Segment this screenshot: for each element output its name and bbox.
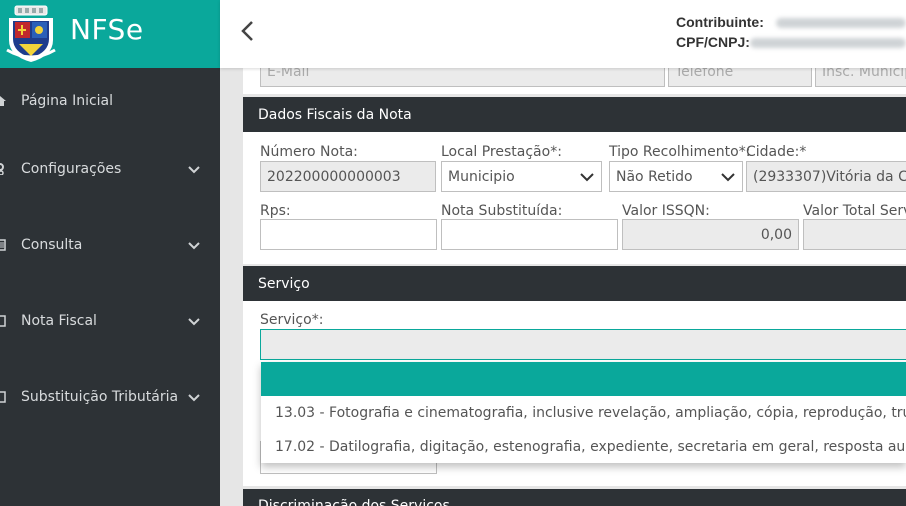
valor-total-servico-label: Valor Total Serviço: bbox=[803, 203, 906, 219]
valor-total-servico-input[interactable] bbox=[803, 219, 906, 250]
sidebar-item-label: Nota Fiscal bbox=[21, 313, 97, 329]
local-prestacao-label: Local Prestação*: bbox=[441, 144, 562, 160]
numero-nota-input[interactable]: 202200000000003 bbox=[260, 161, 436, 192]
sidebar: NFSe Página Inicial Configurações Consul… bbox=[0, 0, 220, 506]
chevron-down-icon bbox=[188, 394, 200, 402]
rps-label: Rps: bbox=[260, 203, 291, 219]
nota-substituida-label: Nota Substituída: bbox=[441, 203, 563, 219]
cnpj-label: CPF/CNPJ: bbox=[676, 34, 750, 50]
rps-input[interactable] bbox=[260, 219, 437, 250]
cogs-icon bbox=[0, 163, 4, 175]
cnpj-value-redacted bbox=[750, 38, 906, 48]
dropdown-option[interactable]: 13.03 - Fotografia e cinematografia, inc… bbox=[275, 405, 906, 421]
sidebar-item-nota-fiscal[interactable]: Nota Fiscal bbox=[0, 302, 220, 340]
tipo-recolhimento-value: Não Retido bbox=[616, 168, 693, 185]
chevron-down-icon bbox=[188, 318, 200, 326]
nota-substituida-input[interactable] bbox=[441, 219, 618, 250]
discriminacao-panel: Discriminação dos Serviços bbox=[243, 489, 906, 506]
sidebar-item-substituicao-tributaria[interactable]: Substituição Tributária bbox=[0, 378, 220, 416]
sidebar-item-consulta[interactable]: Consulta bbox=[0, 226, 220, 264]
tipo-recolhimento-label: Tipo Recolhimento*: bbox=[609, 144, 751, 160]
brand-bar: NFSe bbox=[0, 0, 220, 68]
dropdown-option-highlighted[interactable] bbox=[261, 362, 906, 396]
chevron-down-icon bbox=[188, 242, 200, 250]
top-header: Contribuinte: CPF/CNPJ: bbox=[220, 0, 906, 68]
sidebar-item-configuracoes[interactable]: Configurações bbox=[0, 150, 220, 188]
app-name: NFSe bbox=[70, 13, 144, 46]
dados-fiscais-panel: Dados Fiscais da Nota Número Nota: 20220… bbox=[243, 97, 906, 264]
panel-title: Dados Fiscais da Nota bbox=[243, 97, 906, 132]
local-prestacao-select[interactable]: Municipio bbox=[441, 161, 602, 192]
sidebar-item-label: Substituição Tributária bbox=[21, 389, 179, 405]
sidebar-item-label: Configurações bbox=[21, 161, 122, 177]
tipo-recolhimento-select[interactable]: Não Retido bbox=[609, 161, 743, 192]
contribuinte-value-redacted bbox=[776, 18, 906, 28]
city-crest-logo bbox=[6, 5, 56, 62]
valor-issqn-input[interactable]: 0,00 bbox=[622, 219, 799, 250]
panel-title: Serviço bbox=[243, 266, 906, 301]
valor-issqn-label: Valor ISSQN: bbox=[622, 203, 710, 219]
numero-nota-label: Número Nota: bbox=[260, 144, 358, 160]
dropdown-option[interactable]: 17.02 - Datilografia, digitação, estenog… bbox=[275, 439, 906, 455]
cidade-label: Cidade:* bbox=[746, 144, 807, 160]
back-arrow-icon[interactable] bbox=[238, 18, 258, 44]
servico-dropdown-list: 13.03 - Fotografia e cinematografia, inc… bbox=[261, 362, 906, 463]
chevron-down-icon bbox=[188, 166, 200, 174]
chevron-down-icon bbox=[721, 173, 735, 182]
file-icon bbox=[0, 315, 6, 327]
chevron-down-icon bbox=[580, 173, 594, 182]
list-icon bbox=[0, 239, 6, 251]
sidebar-item-pagina-inicial[interactable]: Página Inicial bbox=[0, 84, 220, 118]
servico-label: Serviço*: bbox=[260, 312, 324, 328]
home-icon bbox=[0, 96, 6, 106]
file-icon bbox=[0, 391, 6, 403]
sidebar-menu: Página Inicial Configurações Consulta No… bbox=[0, 84, 220, 405]
servico-select[interactable] bbox=[260, 329, 906, 360]
panel-title: Discriminação dos Serviços bbox=[243, 489, 906, 506]
sidebar-item-label: Página Inicial bbox=[21, 93, 114, 109]
sidebar-item-label: Consulta bbox=[21, 237, 83, 253]
local-prestacao-value: Municipio bbox=[448, 168, 515, 185]
contribuinte-label: Contribuinte: bbox=[676, 14, 764, 30]
cidade-input[interactable]: (2933307)Vitória da Conquista bbox=[746, 161, 906, 192]
